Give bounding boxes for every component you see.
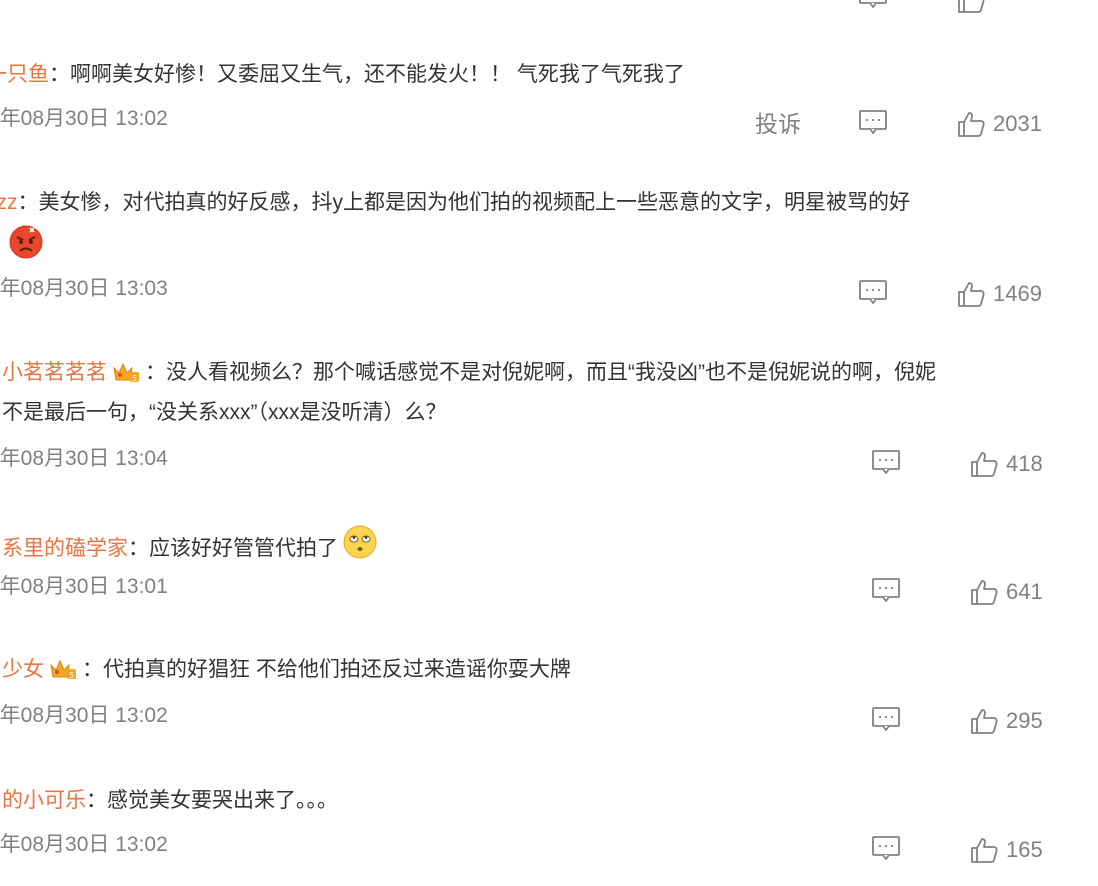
reply-icon[interactable] — [859, 280, 887, 309]
like-icon[interactable] — [957, 0, 985, 14]
like-button[interactable]: 1469 — [957, 280, 1042, 308]
crown-badge-icon: 5 — [111, 359, 141, 397]
comment-time: 0年08月30日 13:01 — [0, 575, 168, 598]
comment-body: 一只鱼：啊啊美女好惨！又委屈又生气，还不能发火！！ 气死我了气死我了 — [0, 56, 1070, 94]
comment-body: 的小可乐：感觉美女要哭出来了。。。 — [2, 782, 1086, 820]
thumbs-up-icon — [971, 452, 998, 477]
crown-badge-icon: 5 — [48, 656, 78, 694]
like-button[interactable]: 2031 — [957, 110, 1042, 138]
like-button[interactable]: 641 — [970, 578, 1043, 606]
like-count: 295 — [1006, 708, 1043, 733]
comment-separator: ： — [17, 191, 39, 214]
comment-list: 一只鱼：啊啊美女好惨！又委屈又生气，还不能发火！！ 气死我了气死我了 0年08月… — [0, 0, 1098, 886]
reply-icon[interactable] — [872, 578, 900, 607]
comment-separator: ： — [82, 658, 103, 681]
like-count: 2031 — [993, 111, 1042, 136]
svg-text:5: 5 — [132, 374, 137, 383]
comment-body-line-2: 不是最后一句，“没关系xxx”（xxx是没听清）么？ — [2, 394, 1086, 432]
comment-body: 小茗茗茗茗 5 ：没人看视频么？那个喊话感觉不是对倪妮啊，而且“我没凶”也不是倪妮说… — [2, 354, 1086, 397]
comment-separator: ： — [49, 63, 70, 86]
reply-icon[interactable] — [872, 450, 900, 479]
comment-text: 代拍真的好猖狂 不给他们拍还反过来造谣你耍大牌 — [103, 658, 571, 681]
comment-time: 0年08月30日 13:02 — [0, 833, 168, 856]
thumbs-up-icon — [958, 112, 985, 137]
comment-username[interactable]: 一只鱼 — [0, 63, 49, 86]
thumbs-up-icon — [971, 838, 998, 863]
comment-text: 啊啊美女好惨！又委屈又生气，还不能发火！！ 气死我了气死我了 — [70, 63, 685, 86]
comment-text: 不是最后一句，“没关系xxx”（xxx是没听清）么？ — [2, 401, 447, 424]
like-button[interactable]: 418 — [970, 450, 1043, 478]
comment-time: 0年08月30日 13:02 — [0, 107, 168, 130]
reply-icon[interactable] — [859, 0, 887, 13]
comment-text: 应该好好管管代拍了 — [149, 537, 338, 560]
comment-username[interactable]: 系里的磕学家 — [2, 537, 128, 560]
eye-roll-face-emoji — [342, 524, 378, 573]
like-count: 165 — [1006, 837, 1043, 862]
reply-icon[interactable] — [872, 836, 900, 865]
comment-time: 0年08月30日 13:03 — [0, 277, 168, 300]
comment-time: 0年08月30日 13:04 — [0, 447, 168, 470]
comment-separator: ： — [128, 537, 149, 560]
comment-text: 美女惨，对代拍真的好反感，抖y上都是因为他们拍的视频配上一些恶意的文字，明星被骂… — [38, 191, 911, 214]
comment-username[interactable]: 的小可乐 — [2, 789, 86, 812]
comment-separator: ： — [86, 789, 107, 812]
reply-icon[interactable] — [872, 707, 900, 736]
like-count: 641 — [1006, 579, 1043, 604]
like-count: 418 — [1006, 451, 1043, 476]
thumbs-up-icon — [971, 709, 998, 734]
comment-body: zzz：美女惨，对代拍真的好反感，抖y上都是因为他们拍的视频配上一些恶意的文字，… — [0, 184, 1070, 222]
comment-username[interactable]: zzz — [0, 191, 18, 214]
comment-username[interactable]: 少女 — [2, 658, 44, 681]
comment-username[interactable]: 小茗茗茗茗 — [2, 361, 107, 384]
comment-text: 感觉美女要哭出来了。。。 — [107, 789, 338, 812]
comment-body: 系里的磕学家：应该好好管管代拍了 — [2, 524, 1086, 573]
like-button[interactable]: 165 — [970, 836, 1043, 864]
comment-separator: ： — [145, 361, 166, 384]
thumbs-up-icon — [958, 282, 985, 307]
like-button[interactable]: 295 — [970, 707, 1043, 735]
comment-body: 少女 5 ：代拍真的好猖狂 不给他们拍还反过来造谣你耍大牌 — [2, 651, 1086, 694]
svg-text:5: 5 — [69, 671, 74, 680]
reply-icon[interactable] — [859, 110, 887, 139]
report-button[interactable]: 投诉 — [755, 111, 801, 137]
like-count: 1469 — [993, 281, 1042, 306]
comment-text: 没人看视频么？那个喊话感觉不是对倪妮啊，而且“我没凶”也不是倪妮说的啊，倪妮 — [166, 361, 936, 384]
thumbs-up-icon — [971, 580, 998, 605]
comment-time: 0年08月30日 13:02 — [0, 704, 168, 727]
angry-face-emoji — [8, 224, 44, 265]
